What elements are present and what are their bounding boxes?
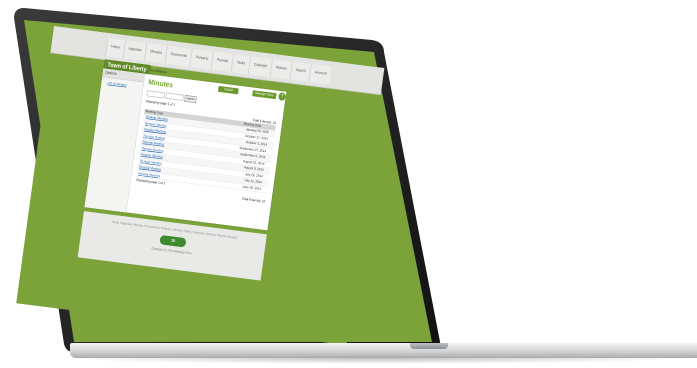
- nav-permits[interactable]: Permits: [210, 51, 234, 72]
- content-panel: Options List of minutes Tom Balance Minu…: [84, 68, 287, 231]
- laptop-notch: [410, 343, 448, 349]
- search-input-end[interactable]: [165, 92, 184, 101]
- nav-property[interactable]: Property: [189, 48, 214, 70]
- search-input-start[interactable]: [146, 90, 165, 99]
- meeting-date: June 28, 2014: [242, 184, 262, 191]
- nav-agendas[interactable]: Agendas: [122, 40, 147, 61]
- nav-search[interactable]: Search: [289, 61, 312, 82]
- main-content: Tom Balance Minutes Logout Manage Docs ?…: [129, 68, 287, 230]
- minutes-table: Meeting Type Meeting Date Regular Meetin…: [135, 105, 277, 204]
- manage-docs-button[interactable]: Manage Docs: [252, 90, 277, 100]
- page-title: Minutes: [147, 78, 174, 90]
- help-button[interactable]: ?: [277, 92, 287, 102]
- breadcrumb: Tom Balance: [149, 68, 168, 75]
- screen-content: Home Agendas Minutes Documents Property …: [16, 26, 385, 346]
- footer-logo: 10: [159, 234, 187, 248]
- nav-notices[interactable]: Notices: [269, 59, 293, 80]
- nav-calendar[interactable]: Calendar: [247, 56, 273, 77]
- search-button[interactable]: Search: [184, 95, 197, 104]
- logout-button[interactable]: Logout: [217, 85, 239, 95]
- nav-minutes[interactable]: Minutes: [144, 43, 167, 64]
- laptop-base: [70, 343, 697, 358]
- nav-account[interactable]: Account: [308, 64, 332, 85]
- nav-documents[interactable]: Documents: [164, 45, 193, 67]
- web-page: Home Agendas Minutes Documents Property …: [16, 26, 385, 346]
